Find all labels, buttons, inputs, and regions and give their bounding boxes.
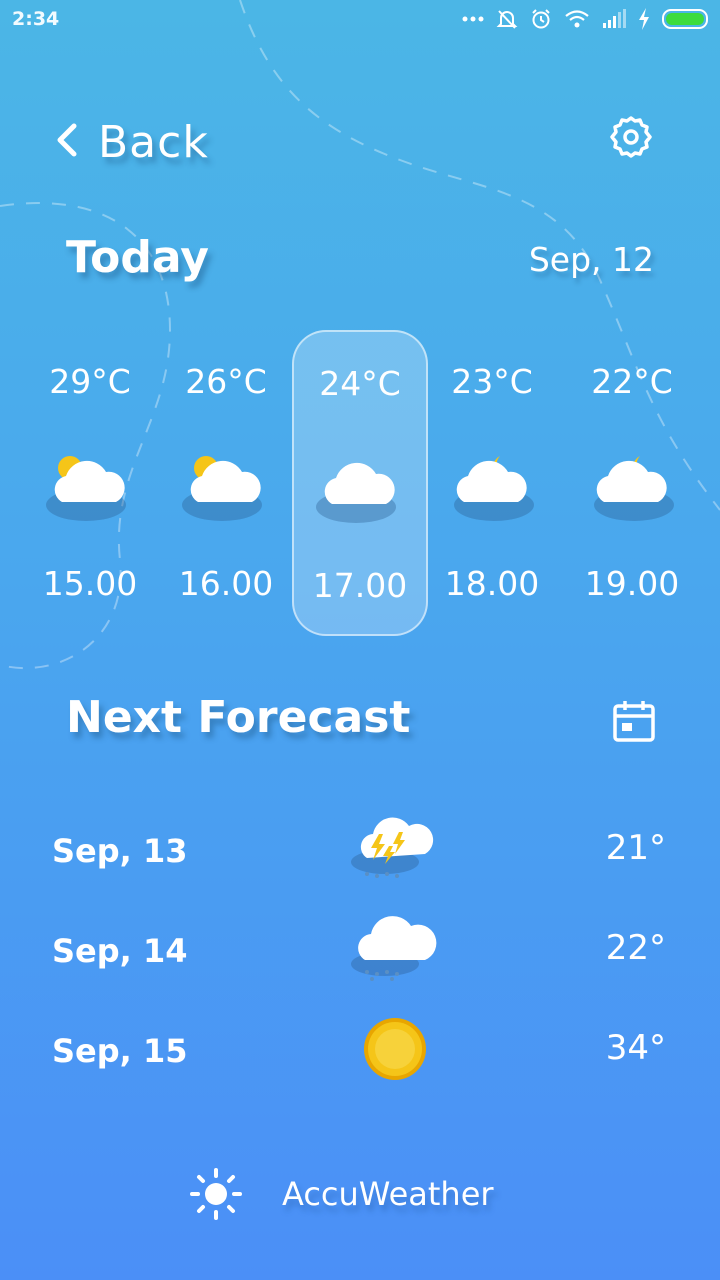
hour-time: 16.00 <box>178 564 274 603</box>
sun-outline-icon <box>190 1168 242 1220</box>
back-label: Back <box>98 116 209 168</box>
hour-temp: 29°C <box>49 362 131 401</box>
thunderstorm-icon <box>351 817 434 878</box>
hour-time: 17.00 <box>312 566 408 605</box>
gear-icon <box>610 116 652 158</box>
hour-slot-selected[interactable]: 24°C 17.00 <box>292 330 428 636</box>
sun-icon <box>364 1018 426 1080</box>
hour-temp: 22°C <box>591 362 673 401</box>
forecast-temp: 22° <box>605 928 666 968</box>
accuweather-link[interactable]: AccuWeather <box>190 1166 494 1222</box>
calendar-button[interactable] <box>610 698 658 746</box>
moon-cloud-icon <box>454 456 534 521</box>
hour-slot[interactable]: 26°C 16.00 <box>158 330 294 636</box>
hour-time: 19.00 <box>584 564 680 603</box>
hour-time: 15.00 <box>42 564 138 603</box>
today-title: Today <box>66 232 209 283</box>
settings-button[interactable] <box>606 112 656 162</box>
forecast-temp: 34° <box>605 1028 666 1068</box>
calendar-icon <box>613 701 655 742</box>
hour-slot[interactable]: 22°C 19.00 <box>564 330 700 636</box>
next-forecast-title: Next Forecast <box>66 692 411 743</box>
battery-icon <box>662 8 710 30</box>
hour-temp: 24°C <box>319 364 401 403</box>
moon-cloud-icon <box>594 456 674 521</box>
hour-slot[interactable]: 29°C 15.00 <box>22 330 158 636</box>
status-bar: 2:34 <box>0 0 720 40</box>
back-button[interactable]: Back <box>52 112 209 172</box>
alarm-icon <box>530 8 552 30</box>
bell-muted-icon <box>496 8 518 30</box>
today-date: Sep, 12 <box>528 240 654 279</box>
forecast-date: Sep, 14 <box>52 932 188 970</box>
hour-temp: 23°C <box>451 362 533 401</box>
status-time: 2:34 <box>12 8 60 30</box>
forecast-row[interactable]: Sep, 14 22° <box>0 904 720 994</box>
cloud-icon <box>316 462 396 523</box>
wifi-icon <box>564 9 590 29</box>
hour-slot[interactable]: 23°C 18.00 <box>424 330 560 636</box>
forecast-date: Sep, 15 <box>52 1032 188 1070</box>
hour-temp: 26°C <box>185 362 267 401</box>
forecast-row[interactable]: Sep, 13 21° <box>0 804 720 894</box>
forecast-temp: 21° <box>605 828 666 868</box>
forecast-date: Sep, 13 <box>52 832 188 870</box>
more-dots-icon <box>462 15 484 23</box>
sun-cloud-icon <box>182 456 262 521</box>
charging-icon <box>638 8 650 30</box>
forecast-row[interactable]: Sep, 15 34° <box>0 1004 720 1094</box>
hour-time: 18.00 <box>444 564 540 603</box>
chevron-left-icon <box>52 120 78 164</box>
signal-icon <box>602 9 626 29</box>
sun-cloud-icon <box>46 456 126 521</box>
accuweather-label: AccuWeather <box>282 1175 494 1213</box>
rain-cloud-icon <box>351 916 437 981</box>
status-icons <box>462 6 710 32</box>
